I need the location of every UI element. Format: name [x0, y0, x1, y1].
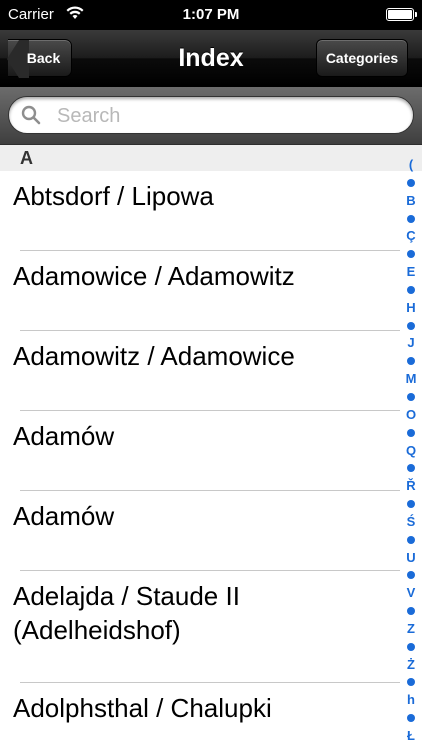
search-field[interactable] — [8, 96, 414, 134]
list-item-label: Abtsdorf / Lipowa — [13, 181, 214, 211]
list-item[interactable]: Adamów — [0, 411, 400, 491]
index-letter[interactable]: J — [400, 336, 422, 350]
list-item[interactable]: Adamowitz / Adamowice — [0, 331, 400, 411]
list-item-label: Adamów — [13, 501, 115, 531]
index-letter[interactable]: Ż — [400, 657, 422, 672]
list-item-label: Adamowice / Adamowitz — [13, 261, 295, 291]
index-letter[interactable]: M — [400, 372, 422, 386]
carrier-label: Carrier — [8, 6, 54, 23]
index-dot[interactable] — [407, 321, 415, 330]
index-dot[interactable] — [407, 714, 415, 723]
index-dot[interactable] — [407, 535, 415, 544]
index-dot[interactable] — [407, 392, 415, 401]
index-letter[interactable]: H — [400, 300, 422, 315]
index-dot[interactable] — [407, 678, 415, 687]
index-dot[interactable] — [407, 285, 415, 294]
index-letter[interactable]: U — [400, 550, 422, 565]
battery-icon — [386, 8, 417, 21]
index-letter[interactable]: E — [400, 265, 422, 279]
list-item[interactable]: Adamowice / Adamowitz — [0, 251, 400, 331]
wifi-icon — [66, 6, 84, 19]
index-letter[interactable]: Ś — [400, 514, 422, 529]
list-item[interactable]: Adolphsthal / Chalupki — [0, 683, 400, 750]
index-dot[interactable] — [407, 464, 415, 473]
index-letter[interactable]: Ř — [400, 479, 422, 493]
section-header: A — [0, 145, 422, 171]
index-dot[interactable] — [407, 500, 415, 509]
list-item-label: Adelajda / Staude II (Adelheidshof) — [13, 581, 240, 645]
index-dot[interactable] — [407, 428, 415, 437]
search-input[interactable] — [55, 101, 399, 131]
section-index[interactable]: ( B Ç E H J M O Q Ř Ś U V Z Żh Ł — [400, 158, 422, 743]
navigation-bar: Back Index Categories — [0, 30, 422, 87]
index-letter[interactable]: B — [400, 193, 422, 208]
index-letter[interactable]: Ł — [400, 729, 422, 743]
list-item[interactable]: Abtsdorf / Lipowa — [0, 171, 400, 251]
index-dot[interactable] — [407, 250, 415, 259]
categories-button[interactable]: Categories — [316, 39, 408, 77]
index-letter[interactable]: Z — [400, 621, 422, 636]
index-dot[interactable] — [407, 607, 415, 616]
back-button-label: Back — [26, 50, 61, 66]
index-dot[interactable] — [407, 178, 415, 187]
index-dot[interactable] — [407, 571, 415, 580]
index-letter[interactable]: V — [400, 586, 422, 600]
list-item[interactable]: Adelajda / Staude II (Adelheidshof) — [0, 571, 400, 683]
search-bar — [0, 87, 422, 145]
index-letter[interactable]: Ç — [400, 229, 422, 243]
list-item-label: Adamowitz / Adamowice — [13, 341, 295, 371]
index-letter[interactable]: ( — [400, 158, 422, 172]
search-icon — [21, 105, 41, 125]
status-bar: Carrier 1:07 PM — [0, 0, 422, 30]
index-dot[interactable] — [407, 357, 415, 366]
list-item-label: Adamów — [13, 421, 115, 451]
index-dot[interactable] — [407, 642, 415, 651]
list-item[interactable]: Adamów — [0, 491, 400, 571]
list-item-label: Adolphsthal / Chalupki — [13, 693, 272, 723]
index-letter[interactable]: O — [400, 407, 422, 422]
index-dot[interactable] — [407, 214, 415, 223]
status-time: 1:07 PM — [182, 6, 240, 23]
index-letter[interactable]: Q — [400, 443, 422, 458]
index-letter[interactable]: h — [400, 693, 422, 707]
